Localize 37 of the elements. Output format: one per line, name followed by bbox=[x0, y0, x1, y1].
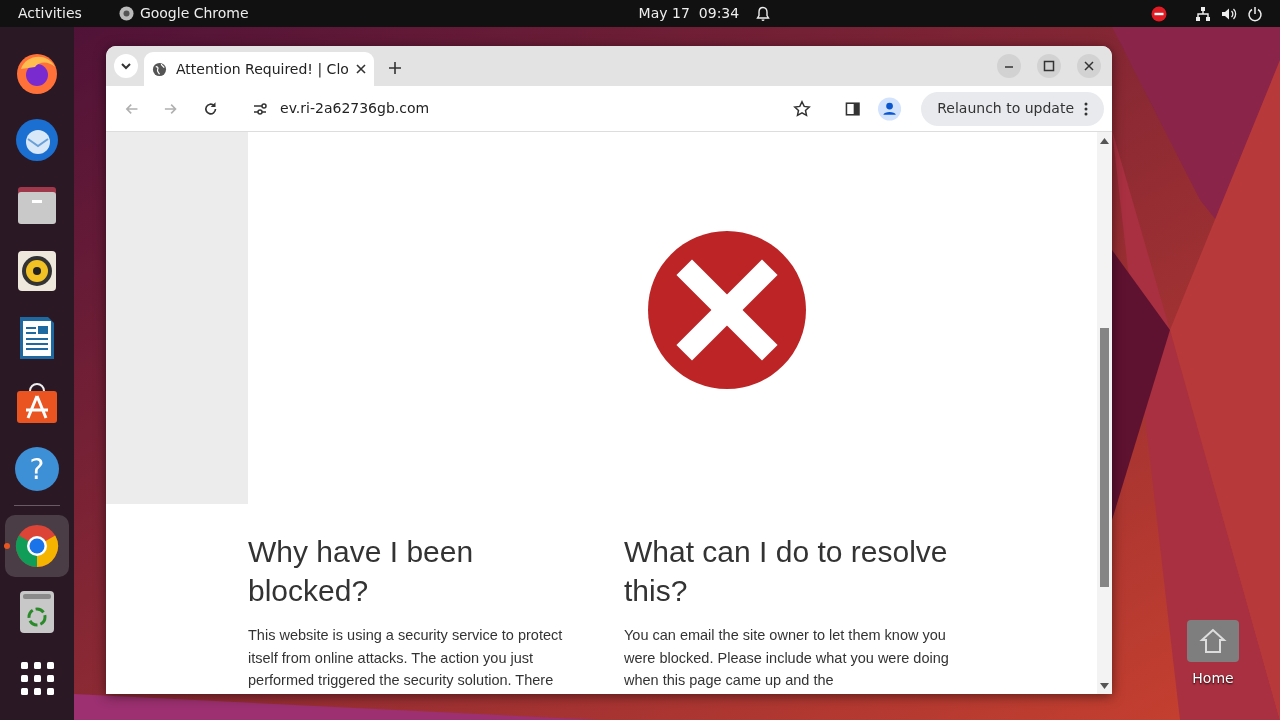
scroll-up-icon[interactable] bbox=[1100, 138, 1109, 144]
relaunch-button[interactable]: Relaunch to update bbox=[921, 91, 1104, 126]
scroll-down-icon[interactable] bbox=[1100, 683, 1109, 689]
close-button[interactable] bbox=[1077, 54, 1101, 78]
activities-button[interactable]: Activities bbox=[18, 3, 82, 24]
home-label[interactable]: Home bbox=[1192, 668, 1234, 689]
chrome-icon bbox=[118, 6, 134, 21]
side-panel-icon[interactable] bbox=[844, 100, 861, 117]
error-x-icon bbox=[647, 230, 807, 390]
minimize-button[interactable] bbox=[997, 54, 1021, 78]
date-text[interactable]: May 17 bbox=[638, 3, 690, 24]
bell-icon[interactable] bbox=[755, 5, 772, 22]
scrollbar[interactable] bbox=[1097, 132, 1112, 694]
url-text: ev.ri-2a62736gb.com bbox=[280, 99, 431, 118]
more-icon bbox=[1084, 101, 1088, 116]
tab-title: Attention Required! | Clo bbox=[176, 59, 350, 80]
scrollbar-thumb[interactable] bbox=[1100, 328, 1109, 587]
globe-icon bbox=[152, 61, 167, 77]
network-icon[interactable] bbox=[1195, 5, 1212, 22]
close-icon[interactable] bbox=[356, 64, 366, 74]
site-settings-icon[interactable] bbox=[252, 100, 269, 117]
section-text: You can email the site owner to let them know you were blocked. Please include what you were doing when this page came up and the bbox=[624, 626, 950, 690]
profile-icon[interactable] bbox=[878, 96, 902, 121]
running-indicator bbox=[4, 543, 10, 549]
chrome-icon[interactable] bbox=[13, 522, 61, 570]
star-icon[interactable] bbox=[792, 99, 811, 118]
app-menu[interactable]: Google Chrome bbox=[139, 3, 249, 24]
maximize-button[interactable] bbox=[1037, 54, 1061, 78]
tab-search-button[interactable] bbox=[114, 54, 138, 78]
browser-tab[interactable]: Attention Required! | Clo bbox=[144, 52, 374, 86]
clock-text[interactable]: 09:34 bbox=[698, 3, 740, 24]
section-heading: Why have I been blocked? bbox=[248, 534, 475, 609]
power-icon[interactable] bbox=[1247, 5, 1264, 22]
do-not-disturb-icon[interactable] bbox=[1151, 5, 1168, 22]
section-heading: What can I do to resolve this? bbox=[624, 534, 949, 609]
new-tab-icon[interactable] bbox=[389, 62, 401, 74]
section-text: This website is using a security service to protect itself from online attacks. The action you just performed triggered the security solution. There bbox=[248, 626, 564, 690]
